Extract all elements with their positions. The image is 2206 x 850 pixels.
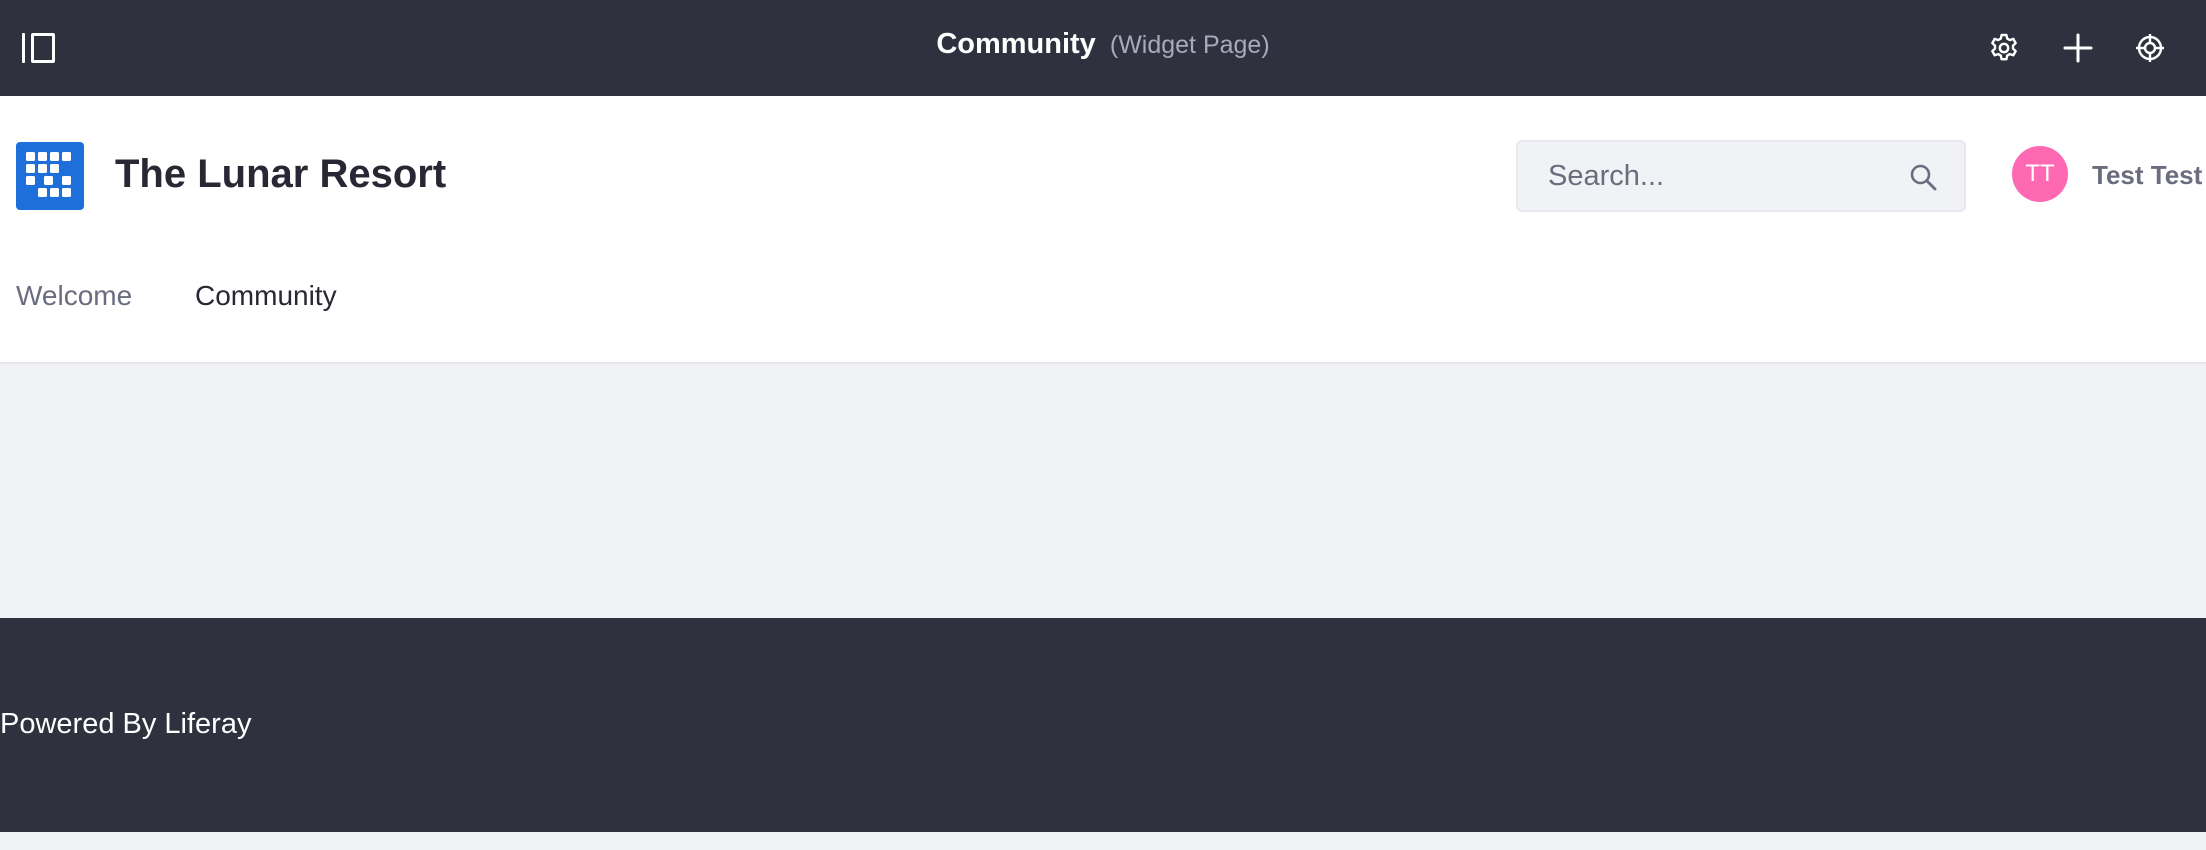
user-name[interactable]: Test Test <box>2092 160 2202 191</box>
page-heading: Community (Widget Page) <box>0 28 2206 61</box>
site-header: The Lunar Resort TT Test Test Welcome Co… <box>0 96 2206 364</box>
search-button[interactable] <box>1908 162 1938 192</box>
nav-item-welcome[interactable]: Welcome <box>16 280 132 312</box>
site-footer: Powered By Liferay <box>0 618 2206 832</box>
page-type-label: (Widget Page) <box>1109 31 1270 59</box>
powered-by-text: Powered By Liferay <box>0 708 252 740</box>
search-input[interactable] <box>1518 142 1898 210</box>
configure-page-button[interactable] <box>1982 26 2026 70</box>
search-icon <box>1910 164 1937 191</box>
simulation-button[interactable] <box>2128 26 2172 70</box>
search-box <box>1516 140 1966 212</box>
plus-icon <box>2063 33 2093 63</box>
simulation-icon <box>2136 34 2164 62</box>
site-logo-icon <box>26 152 71 197</box>
user-avatar[interactable]: TT <box>2012 146 2068 202</box>
site-name[interactable]: The Lunar Resort <box>115 152 446 197</box>
nav-item-community[interactable]: Community <box>195 280 337 312</box>
page-title: Community <box>936 28 1096 60</box>
gear-icon <box>1991 33 2017 61</box>
site-logo-link[interactable] <box>16 142 84 210</box>
add-button[interactable] <box>2056 26 2100 70</box>
control-menu: Community (Widget Page) <box>0 0 2206 96</box>
